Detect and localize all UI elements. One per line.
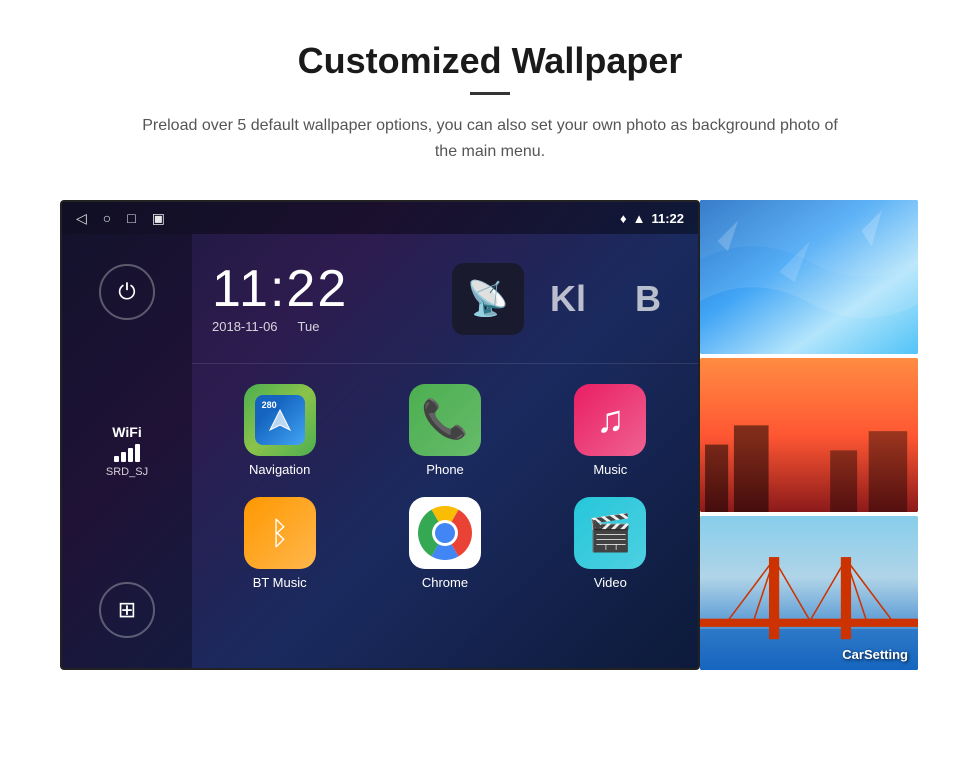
music-icon: ♫ (574, 384, 646, 456)
b-icon: B (635, 278, 661, 320)
apps-icon: ⊞ (118, 597, 136, 623)
navigation-label: Navigation (249, 462, 310, 477)
status-right: ♦ ▲ 11:22 (620, 211, 684, 226)
top-right-apps: 📡 Kl B (438, 234, 698, 364)
wifi-bar-1 (114, 456, 119, 462)
music-label: Music (593, 462, 627, 477)
wallpaper-sunset[interactable] (700, 358, 918, 512)
title-divider (470, 92, 510, 95)
app-grid: 280 Navigation 📞 Phone (192, 364, 698, 610)
wifi-bar-3 (128, 448, 133, 462)
wifi-bar-4 (135, 444, 140, 462)
radio-app-cell[interactable]: 📡 (448, 244, 528, 354)
android-screen: ◁ ○ □ ▣ ♦ ▲ 11:22 ⏻ WiFi (60, 200, 700, 670)
main-content: 11:22 2018-11-06 Tue 📡 Kl (192, 234, 698, 668)
radio-symbol: 📡 (467, 279, 509, 319)
chrome-svg (418, 506, 472, 560)
wifi-widget: WiFi SRD_SJ (106, 424, 148, 478)
wallpaper-blue-ice[interactable] (700, 200, 918, 354)
page-subtitle: Preload over 5 default wallpaper options… (130, 113, 850, 164)
clock-date-value: 2018-11-06 (212, 319, 278, 334)
bt-music-icon: ᛒ (244, 497, 316, 569)
power-button[interactable]: ⏻ (99, 264, 155, 320)
clock-time: 11:22 (212, 263, 418, 315)
bt-music-label: BT Music (253, 575, 307, 590)
radio-icon: 📡 (452, 263, 524, 335)
signal-icon: ▲ (633, 211, 646, 226)
clock-day-value: Tue (298, 319, 320, 334)
apps-button[interactable]: ⊞ (99, 582, 155, 638)
ki-icon: Kl (550, 278, 586, 320)
navigation-icon: 280 (244, 384, 316, 456)
sunset-svg (700, 358, 918, 512)
wifi-bars (106, 444, 148, 462)
chrome-label: Chrome (422, 575, 468, 590)
video-icon: 🎬 (574, 497, 646, 569)
carsetting-label: CarSetting (842, 647, 908, 662)
music-symbol: ♫ (596, 399, 625, 442)
wallpaper-panel: CarSetting (700, 200, 918, 670)
back-icon[interactable]: ◁ (76, 210, 87, 227)
nav-badge: 280 (259, 399, 280, 411)
wifi-bar-2 (121, 452, 126, 462)
phone-app[interactable]: 📞 Phone (362, 374, 527, 487)
power-icon: ⏻ (118, 279, 135, 305)
page-title: Customized Wallpaper (298, 40, 683, 82)
b-app-cell[interactable]: B (608, 244, 688, 354)
phone-symbol: 📞 (421, 398, 468, 442)
navigation-app[interactable]: 280 Navigation (197, 374, 362, 487)
clock-status: 11:22 (651, 211, 684, 226)
phone-label: Phone (426, 462, 464, 477)
nav-inner: 280 (255, 395, 305, 445)
bt-music-app[interactable]: ᛒ BT Music (197, 487, 362, 600)
music-app[interactable]: ♫ Music (528, 374, 693, 487)
bluetooth-symbol: ᛒ (270, 515, 289, 552)
chrome-app[interactable]: Chrome (362, 487, 527, 600)
wifi-ssid: SRD_SJ (106, 466, 148, 478)
wifi-label: WiFi (106, 424, 148, 440)
blue-ice-svg (700, 200, 918, 354)
recents-icon[interactable]: □ (127, 210, 135, 226)
clock-date: 2018-11-06 Tue (212, 319, 418, 334)
phone-icon: 📞 (409, 384, 481, 456)
chrome-icon (409, 497, 481, 569)
wallpaper-bridge[interactable]: CarSetting (700, 516, 918, 670)
home-icon[interactable]: ○ (103, 210, 111, 226)
status-left: ◁ ○ □ ▣ (76, 210, 165, 227)
ki-app-cell[interactable]: Kl (528, 244, 608, 354)
clock-section: 11:22 2018-11-06 Tue 📡 Kl (192, 234, 698, 364)
status-bar: ◁ ○ □ ▣ ♦ ▲ 11:22 (62, 202, 698, 234)
left-sidebar: ⏻ WiFi SRD_SJ ⊞ (62, 234, 192, 668)
video-app[interactable]: 🎬 Video (528, 487, 693, 600)
screen-container: ◁ ○ □ ▣ ♦ ▲ 11:22 ⏻ WiFi (60, 200, 920, 670)
location-icon: ♦ (620, 211, 627, 226)
clock-widget: 11:22 2018-11-06 Tue (192, 253, 438, 344)
video-symbol: 🎬 (588, 512, 633, 554)
screenshot-icon[interactable]: ▣ (152, 210, 165, 227)
video-label: Video (594, 575, 627, 590)
